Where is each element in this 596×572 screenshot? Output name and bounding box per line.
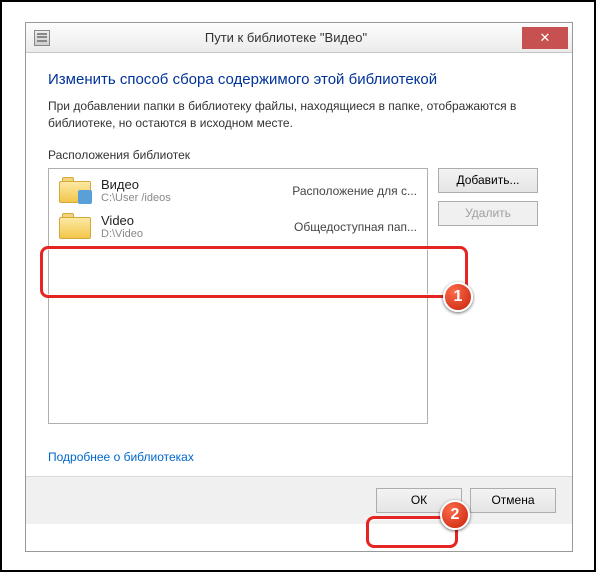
close-button[interactable]: ✕ <box>522 27 568 49</box>
close-icon: ✕ <box>540 30 551 46</box>
dialog-window: Пути к библиотеке "Видео" ✕ Изменить спо… <box>25 22 573 552</box>
list-item[interactable]: Video D:\Video Общедоступная пап... <box>49 209 427 245</box>
learn-more-link[interactable]: Подробнее о библиотеках <box>48 450 194 464</box>
add-button[interactable]: Добавить... <box>438 168 538 193</box>
dialog-footer: ОК Отмена <box>26 476 572 524</box>
locations-listbox[interactable]: Видео C:\User /ideos Расположение для с.… <box>48 168 428 424</box>
annotation-badge: 2 <box>440 500 470 530</box>
item-description: Расположение для с... <box>267 184 417 198</box>
item-description: Общедоступная пап... <box>267 220 417 234</box>
title-bar[interactable]: Пути к библиотеке "Видео" ✕ <box>26 23 572 53</box>
annotation-badge: 1 <box>443 282 473 312</box>
list-label: Расположения библиотек <box>48 148 550 162</box>
dialog-content: Изменить способ сбора содержимого этой б… <box>26 53 572 476</box>
list-item[interactable]: Видео C:\User /ideos Расположение для с.… <box>49 173 427 209</box>
item-name: Видео <box>101 177 267 192</box>
dialog-description: При добавлении папки в библиотеку файлы,… <box>48 98 550 132</box>
folder-video-icon <box>59 177 93 205</box>
item-path: D:\Video <box>101 228 267 240</box>
window-title: Пути к библиотеке "Видео" <box>50 30 522 45</box>
dialog-heading: Изменить способ сбора содержимого этой б… <box>48 71 550 88</box>
folder-icon <box>59 213 93 241</box>
film-icon <box>34 30 50 46</box>
item-name: Video <box>101 213 267 228</box>
remove-button: Удалить <box>438 201 538 226</box>
item-path: C:\User /ideos <box>101 192 267 204</box>
cancel-button[interactable]: Отмена <box>470 488 556 513</box>
